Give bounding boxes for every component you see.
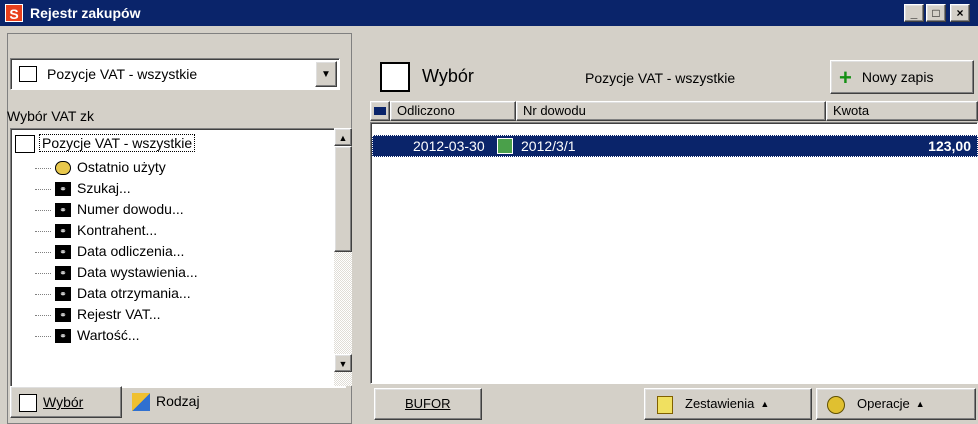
column-header-kwota[interactable]: Kwota	[826, 101, 978, 121]
binoculars-icon: ⚭	[55, 182, 71, 197]
tree-item-data-otrzymania[interactable]: ⚭ Data otrzymania...	[35, 283, 191, 303]
window-title: Rejestr zakupów	[30, 5, 141, 21]
column-header-nr-dowodu[interactable]: Nr dowodu	[516, 101, 826, 121]
table-header: Odliczono Nr dowodu Kwota	[370, 101, 978, 121]
shapes-icon	[132, 393, 150, 412]
arrow-up-icon: ▲	[915, 399, 925, 409]
tree-root-label: Pozycje VAT - wszystkie	[39, 134, 196, 152]
wybor-label: Wybór	[422, 66, 474, 86]
document-icon	[19, 66, 37, 82]
selection-document-icon[interactable]	[380, 62, 410, 92]
tree-item-ostatnio[interactable]: Ostatnio użyty	[35, 157, 166, 177]
tree-item-rejestr[interactable]: ⚭ Rejestr VAT...	[35, 304, 161, 324]
right-toolbar: Wybór Pozycje VAT - wszystkie + Nowy zapi…	[370, 58, 978, 96]
binoculars-icon: ⚭	[55, 308, 71, 323]
tree-item-numer[interactable]: ⚭ Numer dowodu...	[35, 199, 184, 219]
scroll-thumb[interactable]	[334, 146, 352, 252]
tree-caption: Wybór VAT zk	[7, 108, 95, 124]
cell-nr-dowodu: 2012/3/1	[521, 138, 576, 154]
app-icon: S	[5, 4, 23, 22]
binoculars-icon: ⚭	[55, 203, 71, 218]
tree-item-kontrahent[interactable]: ⚭ Kontrahent...	[35, 220, 157, 240]
chevron-down-icon[interactable]: ▼	[315, 61, 337, 87]
document-status-icon	[497, 138, 513, 154]
records-table[interactable]	[370, 122, 978, 384]
binoculars-icon: ⚭	[55, 266, 71, 281]
recent-icon	[55, 161, 71, 176]
arrow-up-icon: ▲	[760, 399, 770, 409]
operacje-button[interactable]: Operacje ▲	[816, 388, 976, 420]
tree-item-data-wystawienia[interactable]: ⚭ Data wystawienia...	[35, 262, 198, 282]
report-icon	[657, 395, 673, 414]
selection-title: Pozycje VAT - wszystkie	[585, 70, 736, 86]
binoculars-icon: ⚭	[55, 329, 71, 344]
document-icon	[19, 394, 37, 413]
cell-odliczono: 2012-03-30	[413, 138, 485, 154]
view-combo[interactable]: Pozycje VAT - wszystkie ▼	[10, 58, 340, 90]
cell-kwota: 123,00	[928, 138, 971, 154]
tree-item-wartosc[interactable]: ⚭ Wartość...	[35, 325, 140, 345]
bufor-button[interactable]: BUFOR	[374, 388, 482, 420]
selection-tree[interactable]: Pozycje VAT - wszystkie Ostatnio użyty ⚭…	[10, 128, 346, 388]
binoculars-icon: ⚭	[55, 287, 71, 302]
binoculars-icon: ⚭	[55, 245, 71, 260]
column-header-odliczono[interactable]: Odliczono	[390, 101, 516, 121]
tree-root[interactable]: Pozycje VAT - wszystkie	[15, 134, 196, 155]
gears-icon	[827, 395, 845, 414]
left-tabs: Wybór Rodzaj	[10, 386, 352, 420]
title-bar[interactable]: S Rejestr zakupów _ □ ×	[0, 0, 978, 26]
close-button[interactable]: ×	[950, 4, 970, 22]
select-all-icon[interactable]	[370, 101, 390, 121]
document-icon	[15, 135, 35, 154]
minimize-button[interactable]: _	[904, 4, 924, 22]
scroll-up-icon[interactable]: ▲	[334, 128, 352, 146]
tree-item-szukaj[interactable]: ⚭ Szukaj...	[35, 178, 131, 198]
table-row[interactable]: 2012-03-30 2012/3/1 123,00	[372, 135, 978, 157]
zestawienia-button[interactable]: Zestawienia ▲	[644, 388, 812, 420]
tree-item-data-odliczenia[interactable]: ⚭ Data odliczenia...	[35, 241, 184, 261]
tab-rodzaj[interactable]: Rodzaj	[124, 386, 232, 418]
combo-value: Pozycje VAT - wszystkie	[47, 66, 198, 82]
plus-icon: +	[839, 65, 852, 91]
scroll-down-icon[interactable]: ▼	[334, 354, 352, 372]
maximize-button[interactable]: □	[926, 4, 946, 22]
bottom-toolbar: BUFOR Zestawienia ▲ Operacje ▲	[370, 386, 978, 424]
tab-wybor[interactable]: Wybór	[10, 386, 122, 418]
binoculars-icon: ⚭	[55, 224, 71, 239]
new-record-button[interactable]: + Nowy zapis	[830, 60, 974, 94]
tree-scrollbar[interactable]: ▲ ▼	[334, 128, 352, 386]
